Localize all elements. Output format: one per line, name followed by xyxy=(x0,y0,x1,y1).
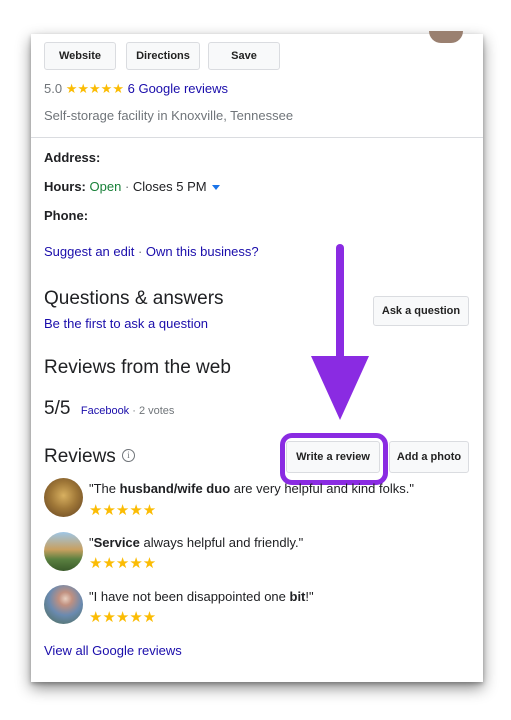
review-text-post: are very helpful and kind folks." xyxy=(230,481,414,496)
reviewer-avatar-landscape xyxy=(44,532,83,571)
hours-dropdown-icon[interactable] xyxy=(212,185,221,191)
write-review-highlight xyxy=(280,433,388,485)
review-stars: ★★★★★ xyxy=(89,555,157,572)
hours-label: Hours: xyxy=(44,179,86,194)
review-text-post: always helpful and friendly." xyxy=(139,535,304,550)
ask-question-button[interactable]: Ask a question xyxy=(373,296,469,326)
hours-row: Hours: Open · Closes 5 PM xyxy=(44,179,221,194)
review-text-bold: bit xyxy=(289,589,306,604)
review-text-post: !" xyxy=(305,589,314,604)
hours-close-time[interactable]: Closes 5 PM xyxy=(133,179,207,194)
suggest-edit-link[interactable]: Suggest an edit xyxy=(44,244,134,259)
google-reviews-link[interactable]: 6 Google reviews xyxy=(128,81,228,96)
review-text-pre: "The xyxy=(89,481,120,496)
review-text: "I have not been disappointed one bit!" xyxy=(89,589,314,604)
rating-row: 5.0 ★★★★★ 6 Google reviews xyxy=(44,81,228,97)
address-label: Address: xyxy=(44,150,101,165)
web-review-score: 5/5 xyxy=(44,398,71,419)
annotation-arrow xyxy=(311,244,369,420)
review-text-bold: husband/wife duo xyxy=(119,481,231,496)
hours-status: Open xyxy=(89,179,122,194)
save-button[interactable]: Save xyxy=(208,42,280,70)
review-text: "The husband/wife duo are very helpful a… xyxy=(89,481,414,496)
reviews-title: Reviews xyxy=(44,446,116,467)
website-button[interactable]: Website xyxy=(44,42,116,70)
business-category: Self-storage facility in Knoxville, Tenn… xyxy=(44,108,294,123)
phone-label: Phone: xyxy=(44,208,89,223)
review-stars: ★★★★★ xyxy=(89,502,157,519)
add-photo-button[interactable]: Add a photo xyxy=(389,441,469,473)
ask-first-question-link[interactable]: Be the first to ask a question xyxy=(44,316,208,331)
view-all-reviews-link[interactable]: View all Google reviews xyxy=(44,643,182,658)
rating-stars: ★★★★★ xyxy=(65,81,124,96)
review-stars: ★★★★★ xyxy=(89,609,157,626)
edit-row: Suggest an edit · Own this business? xyxy=(44,244,259,259)
web-review-row: 5/5 Facebook · 2 votes xyxy=(44,398,174,420)
reviewer-avatar-lion xyxy=(44,478,83,517)
hours-separator: · xyxy=(121,179,133,194)
divider xyxy=(31,137,483,138)
review-text-pre: "I have not been disappointed one xyxy=(89,589,290,604)
web-review-votes: · 2 votes xyxy=(129,405,175,417)
web-reviews-title: Reviews from the web xyxy=(44,357,231,378)
edit-separator: · xyxy=(134,244,146,259)
review-text: "Service always helpful and friendly." xyxy=(89,535,303,550)
directions-button[interactable]: Directions xyxy=(126,42,200,70)
own-business-link[interactable]: Own this business? xyxy=(146,244,259,259)
review-text-bold: Service xyxy=(93,535,140,550)
rating-score: 5.0 xyxy=(44,81,63,96)
info-icon[interactable]: i xyxy=(122,449,135,462)
qa-title: Questions & answers xyxy=(44,288,224,309)
facebook-link[interactable]: Facebook xyxy=(81,405,129,417)
reviewer-avatar-person xyxy=(44,585,83,624)
